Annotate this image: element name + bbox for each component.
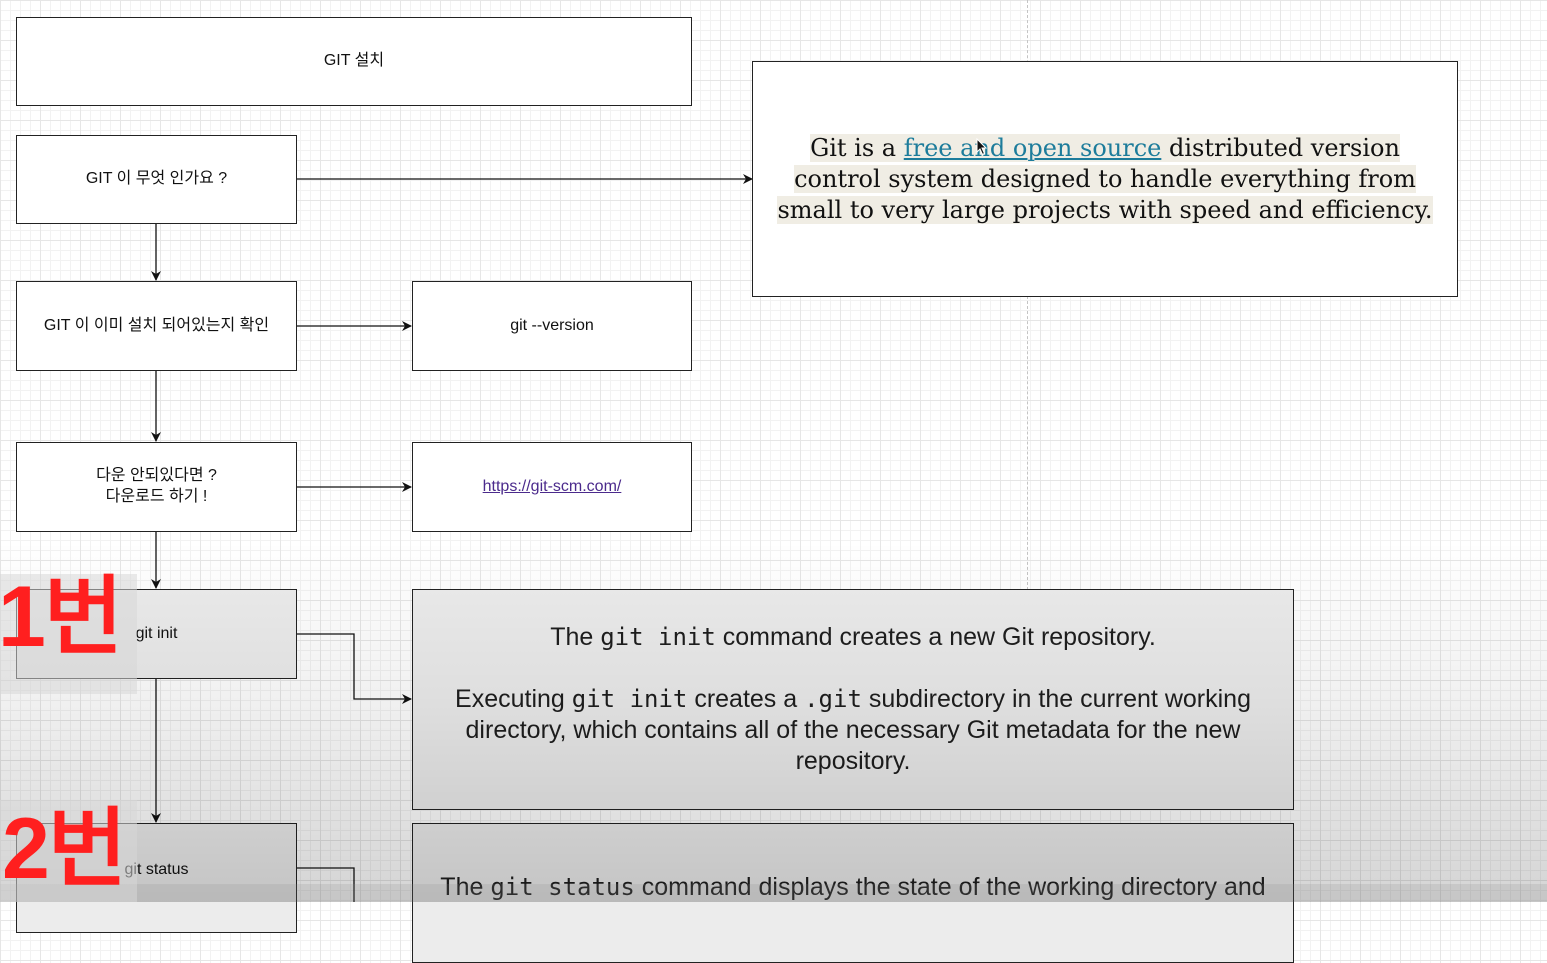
node-not-installed[interactable]: 다운 안되있다면 ? 다운로드 하기 ! xyxy=(16,442,297,532)
node-init-info[interactable]: The git init command creates a new Git r… xyxy=(412,589,1294,810)
video-progress-strip xyxy=(0,884,1547,902)
mouse-pointer-icon xyxy=(976,138,988,156)
node-git-init-label: git init xyxy=(135,624,178,642)
node-check-installed[interactable]: GIT 이 이미 설치 되어있는지 확인 xyxy=(16,281,297,371)
node-not-installed-label: 다운 안되있다면 ? 다운로드 하기 ! xyxy=(96,467,217,505)
step1-badge: 1번 xyxy=(0,569,123,665)
git-description-prefix: Git is a xyxy=(810,133,904,162)
arrow-init-to-info xyxy=(296,633,412,704)
init-info-line2: Executing git init creates a .git subdir… xyxy=(455,685,1251,775)
free-open-source-link[interactable]: free and open source xyxy=(904,134,1162,162)
node-git-version[interactable]: git --version xyxy=(412,281,692,371)
node-git-version-label: git --version xyxy=(510,316,594,334)
git-description-text: Git is a free and open source distribute… xyxy=(753,133,1457,226)
node-check-installed-label: GIT 이 이미 설치 되어있는지 확인 xyxy=(43,316,270,334)
node-git-install-title-label: GIT 설치 xyxy=(323,52,385,70)
node-git-install-title[interactable]: GIT 설치 xyxy=(16,17,692,106)
node-download-url[interactable]: https://git-scm.com/ xyxy=(412,442,692,532)
node-git-description[interactable]: Git is a free and open source distribute… xyxy=(752,61,1458,297)
node-what-is-git-label: GIT 이 무엇 인가요 ? xyxy=(85,170,228,188)
init-info-line1: The git init command creates a new Git r… xyxy=(550,623,1156,651)
git-scm-link[interactable]: https://git-scm.com/ xyxy=(483,477,622,498)
init-info-text: The git init command creates a new Git r… xyxy=(413,622,1293,777)
node-what-is-git[interactable]: GIT 이 무엇 인가요 ? xyxy=(16,135,297,224)
step2-badge: 2번 xyxy=(2,801,127,897)
